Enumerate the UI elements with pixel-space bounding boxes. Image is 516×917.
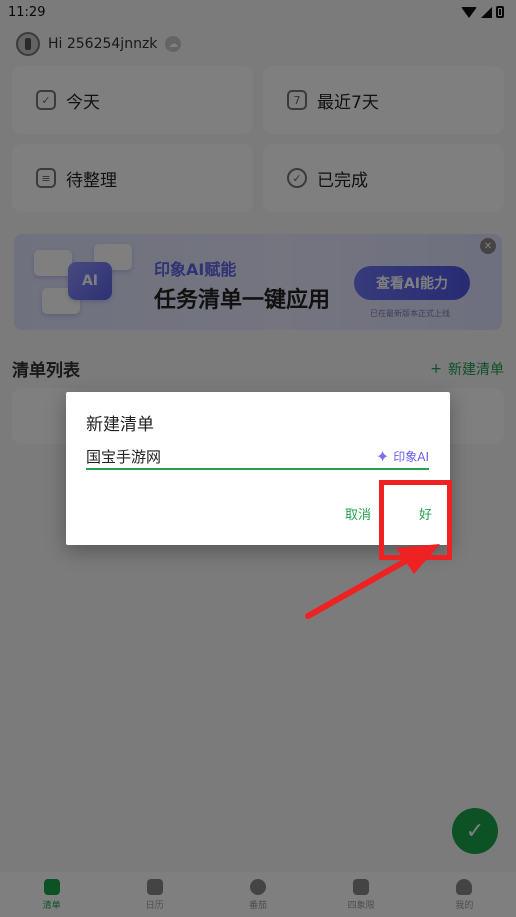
list-name-field[interactable]: 国宝手游网 ✦ 印象AI <box>86 444 429 470</box>
sparkle-icon: ✦ <box>375 446 390 466</box>
cancel-button[interactable]: 取消 <box>345 504 371 523</box>
dialog-title: 新建清单 <box>86 415 154 435</box>
ai-assist-label: 印象AI <box>393 449 429 464</box>
annotation-arrow-icon <box>305 544 440 619</box>
list-name-input[interactable]: 国宝手游网 <box>86 446 161 467</box>
app-screen: 11:29 Hi 256254jnnzk ☁ ✓ 今天 7 最近7天 ≡ 待整理… <box>0 0 516 917</box>
ai-assist-button[interactable]: ✦ 印象AI <box>376 447 429 466</box>
